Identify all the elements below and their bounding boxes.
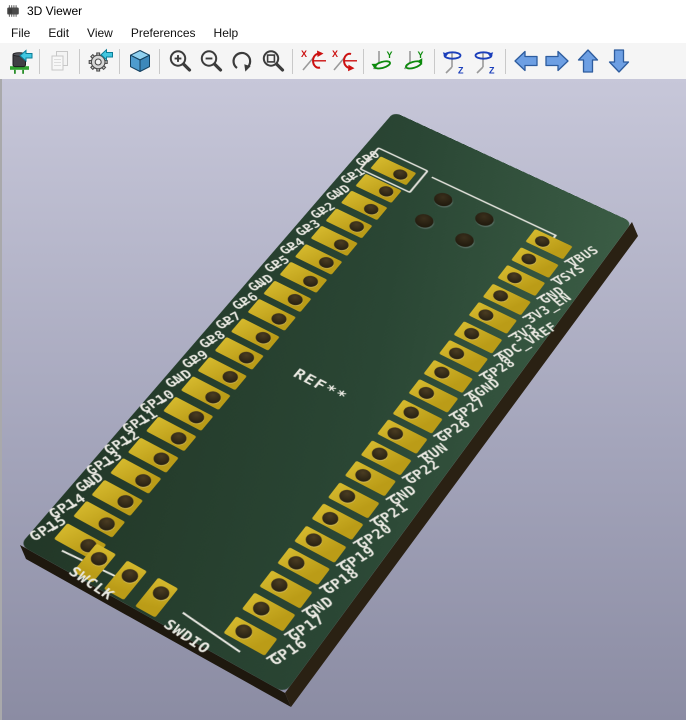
menu-bar: FileEditViewPreferencesHelp [0, 22, 686, 43]
render-options-button[interactable] [84, 46, 115, 76]
toolbar-separator [292, 49, 293, 74]
reload-board-button[interactable] [4, 46, 35, 76]
zoom-in-icon [167, 48, 193, 74]
menu-item-edit[interactable]: Edit [39, 23, 78, 43]
toolbar-separator [505, 49, 506, 74]
set-view-button[interactable] [124, 46, 155, 76]
zoom-fit-button[interactable] [257, 46, 288, 76]
redraw-icon [229, 48, 255, 74]
zoom-out-button[interactable] [195, 46, 226, 76]
3d-viewer-window: 3D Viewer FileEditViewPreferencesHelp XX… [0, 0, 686, 720]
menu-item-help[interactable]: Help [205, 23, 248, 43]
arrow-down-icon [606, 48, 632, 74]
options-icon [87, 48, 113, 74]
menu-item-view[interactable]: View [78, 23, 122, 43]
arrow-right-icon [544, 48, 570, 74]
copy-icon [47, 48, 73, 74]
toolbar-separator [434, 49, 435, 74]
zoom-out-icon [198, 48, 224, 74]
toolbar-separator [119, 49, 120, 74]
move-up-button[interactable] [572, 46, 603, 76]
rotate-x-ccw-button[interactable]: X [328, 46, 359, 76]
reload-icon [7, 48, 33, 74]
zoom-in-button[interactable] [164, 46, 195, 76]
toolbar-separator [363, 49, 364, 74]
arrow-up-icon [575, 48, 601, 74]
cube-icon [127, 48, 153, 74]
toolbar: X X Y Y Z Z [0, 43, 686, 79]
svg-text:X: X [301, 49, 307, 59]
arrow-left-icon [513, 48, 539, 74]
redraw-button[interactable] [226, 46, 257, 76]
window-title: 3D Viewer [27, 4, 82, 18]
toolbar-separator [79, 49, 80, 74]
3d-viewport[interactable]: GP0GP1GNDGP2GP3GP4GP5GNDGP6GP7GP8GP9GNDG… [0, 79, 686, 720]
rotate-y-cw-button[interactable]: Y [368, 46, 399, 76]
title-bar: 3D Viewer [0, 0, 686, 22]
svg-text:Z: Z [458, 66, 464, 75]
rotate-y-ccw-button[interactable]: Y [399, 46, 430, 76]
rotate-x-cw-button[interactable]: X [297, 46, 328, 76]
app-chip-icon [5, 4, 21, 18]
toolbar-separator [159, 49, 160, 74]
menu-item-preferences[interactable]: Preferences [122, 23, 205, 43]
menu-item-file[interactable]: File [2, 23, 39, 43]
zoom-fit-icon [260, 48, 286, 74]
toolbar-separator [39, 49, 40, 74]
rotx-ccw-icon: X [331, 48, 357, 74]
move-right-button[interactable] [541, 46, 572, 76]
svg-text:Y: Y [386, 50, 392, 60]
rotate-z-ccw-button[interactable]: Z [470, 46, 501, 76]
copy-image-button [44, 46, 75, 76]
roty-ccw-icon: Y [402, 48, 428, 74]
svg-text:X: X [332, 49, 338, 59]
roty-cw-icon: Y [371, 48, 397, 74]
svg-text:Z: Z [489, 66, 495, 75]
rotate-z-cw-button[interactable]: Z [439, 46, 470, 76]
svg-text:Y: Y [417, 50, 423, 60]
move-left-button[interactable] [510, 46, 541, 76]
rotz-cw-icon: Z [442, 48, 468, 74]
rotz-ccw-icon: Z [473, 48, 499, 74]
rotx-cw-icon: X [300, 48, 326, 74]
move-down-button[interactable] [603, 46, 634, 76]
